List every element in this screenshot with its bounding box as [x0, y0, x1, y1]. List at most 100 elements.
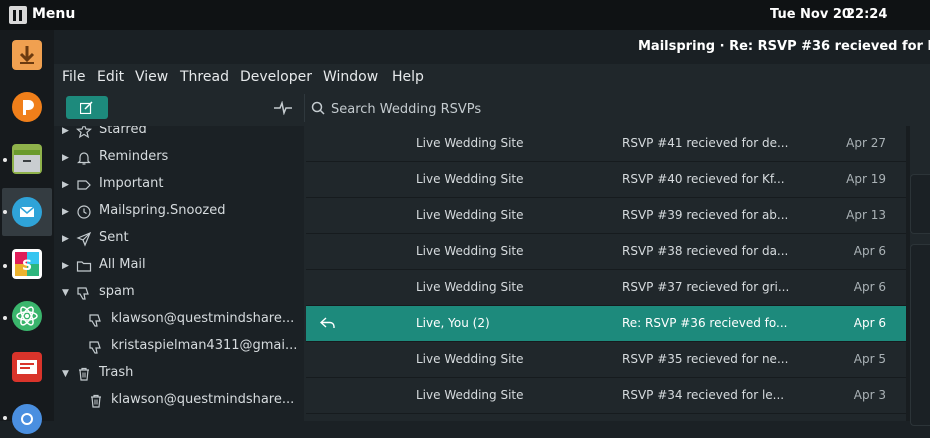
- label-icon: [77, 180, 91, 190]
- mailspring-icon[interactable]: [12, 197, 42, 227]
- sidebar-item-label: Starred: [99, 126, 147, 137]
- message-row[interactable]: Live Wedding Site RSVP #35 recieved for …: [306, 342, 906, 378]
- sidebar-item-spam-account[interactable]: kristaspielman4311@gmai...: [54, 334, 304, 361]
- message-subject: RSVP #35 recieved for ne...: [622, 352, 789, 366]
- message-sender: Live Wedding Site: [416, 136, 524, 150]
- title-bar[interactable]: Mailspring · Re: RSVP #36 recieved for l…: [54, 30, 930, 64]
- sidebar-item-spam-account[interactable]: klawson@questmindshare...: [54, 307, 304, 334]
- expand-arrow[interactable]: ▶: [62, 261, 69, 271]
- clock-time[interactable]: 22:24: [846, 7, 887, 22]
- menu-edit[interactable]: Edit: [97, 69, 124, 85]
- send-icon: [76, 231, 92, 247]
- message-subject: RSVP #34 recieved for le...: [622, 388, 785, 402]
- dock-running-indicator: [3, 158, 7, 162]
- trash-icon: [91, 394, 101, 408]
- sidebar-item-label: Sent: [99, 230, 129, 245]
- reply-icon: [320, 317, 335, 328]
- search-bar: [304, 94, 930, 122]
- message-date: Apr 6: [853, 244, 886, 258]
- sidebar-item-starred[interactable]: ▶ Starred: [54, 126, 304, 145]
- expand-arrow[interactable]: ▶: [62, 180, 69, 190]
- sidebar-item-trash-account[interactable]: klawson@questmindshare...: [54, 388, 304, 415]
- message-row[interactable]: Live Wedding Site RSVP #37 recieved for …: [306, 270, 906, 306]
- compose-button[interactable]: [66, 96, 108, 119]
- sidebar-item-label: Reminders: [99, 149, 169, 164]
- sidebar-item-reminders[interactable]: ▶ Reminders: [54, 145, 304, 172]
- message-row-selected[interactable]: Live, You (2) Re: RSVP #36 recieved fo..…: [306, 306, 906, 342]
- trash-icon: [79, 367, 89, 381]
- thumbs-down-icon: [89, 314, 101, 327]
- star-icon: [76, 126, 92, 139]
- activity-icon[interactable]: [274, 101, 292, 115]
- sidebar-item-label: All Mail: [99, 257, 146, 272]
- sidebar-item-label: Important: [99, 176, 164, 191]
- sidebar-item-label: klawson@questmindshare...: [111, 392, 295, 407]
- sidebar-item-all-mail[interactable]: ▶ All Mail: [54, 253, 304, 280]
- menu-developer[interactable]: Developer: [240, 69, 312, 85]
- message-sender: Live Wedding Site: [416, 208, 524, 222]
- message-subject: Re: RSVP #36 recieved fo...: [622, 316, 788, 330]
- menu-button[interactable]: Menu: [32, 6, 75, 22]
- menu-bar: File Edit View Thread Developer Window H…: [54, 64, 930, 90]
- sidebar-item-snoozed[interactable]: ▶ Mailspring.Snoozed: [54, 199, 304, 226]
- message-date: Apr 6: [853, 316, 886, 330]
- window-title: Mailspring · Re: RSVP #36 recieved for l…: [638, 39, 930, 54]
- expand-arrow[interactable]: ▶: [62, 207, 69, 217]
- collapse-arrow[interactable]: ▼: [62, 288, 69, 298]
- message-subject: RSVP #40 recieved for Kf...: [622, 172, 785, 186]
- sidebar-item-partial[interactable]: [54, 415, 304, 421]
- menu-thread[interactable]: Thread: [180, 69, 229, 85]
- message-row[interactable]: Live Wedding Site RSVP #38 recieved for …: [306, 234, 906, 270]
- reading-pane-header-card: [910, 174, 930, 234]
- message-row[interactable]: Live Wedding Site RSVP #40 recieved for …: [306, 162, 906, 198]
- sidebar-item-spam[interactable]: ▼ spam: [54, 280, 304, 307]
- message-subject: RSVP #37 recieved for gri...: [622, 280, 790, 294]
- dock-running-indicator: [3, 316, 7, 320]
- menu-view[interactable]: View: [135, 69, 168, 85]
- menu-file[interactable]: File: [62, 69, 85, 85]
- svg-text:S: S: [22, 258, 32, 274]
- collapse-arrow[interactable]: ▼: [62, 369, 69, 379]
- search-icon: [311, 101, 325, 115]
- message-date: Apr 3: [853, 388, 886, 402]
- document-viewer-icon[interactable]: [12, 352, 42, 382]
- chrome-icon[interactable]: [12, 404, 42, 434]
- search-input[interactable]: [329, 98, 733, 120]
- message-row[interactable]: Live Wedding Site RSVP #34 recieved for …: [306, 378, 906, 414]
- message-subject: RSVP #39 recieved for ab...: [622, 208, 789, 222]
- menu-help[interactable]: Help: [392, 69, 424, 85]
- message-sender: Live, You (2): [416, 316, 490, 330]
- atom-icon[interactable]: [12, 301, 42, 331]
- reading-pane-message-card: [910, 244, 930, 426]
- message-row[interactable]: Live Wedding Site RSVP #39 recieved for …: [306, 198, 906, 234]
- thumbs-down-icon: [77, 287, 89, 300]
- menu-logo-icon[interactable]: [9, 6, 27, 24]
- message-subject: RSVP #38 recieved for da...: [622, 244, 789, 258]
- expand-arrow[interactable]: ▶: [62, 126, 69, 136]
- message-sender: Live Wedding Site: [416, 244, 524, 258]
- message-row[interactable]: Live Wedding Site RSVP #41 recieved for …: [306, 126, 906, 162]
- thumbs-down-icon: [89, 341, 101, 354]
- menu-window[interactable]: Window: [323, 69, 378, 85]
- folder-icon: [76, 261, 92, 272]
- message-sender: Live Wedding Site: [416, 388, 524, 402]
- pandora-icon[interactable]: [12, 92, 42, 122]
- clock-date[interactable]: Tue Nov 20: [770, 7, 851, 22]
- sidebar-item-label: klawson@questmindshare...: [111, 311, 295, 326]
- sidebar-item-important[interactable]: ▶ Important: [54, 172, 304, 199]
- sidebar-item-trash[interactable]: ▼ Trash: [54, 361, 304, 388]
- message-date: Apr 27: [846, 136, 886, 150]
- expand-arrow[interactable]: ▶: [62, 153, 69, 163]
- slack-icon[interactable]: S: [12, 249, 42, 279]
- sidebar-item-label: spam: [99, 284, 135, 299]
- download-icon[interactable]: [12, 40, 42, 70]
- sidebar-item-sent[interactable]: ▶ Sent: [54, 226, 304, 253]
- message-sender: Live Wedding Site: [416, 352, 524, 366]
- expand-arrow[interactable]: ▶: [62, 234, 69, 244]
- clock-icon: [77, 205, 91, 219]
- file-manager-icon[interactable]: [12, 144, 42, 174]
- dock-running-indicator: [3, 210, 7, 214]
- dock-running-indicator: [3, 264, 7, 268]
- message-sender: Live Wedding Site: [416, 280, 524, 294]
- message-sender: Live Wedding Site: [416, 172, 524, 186]
